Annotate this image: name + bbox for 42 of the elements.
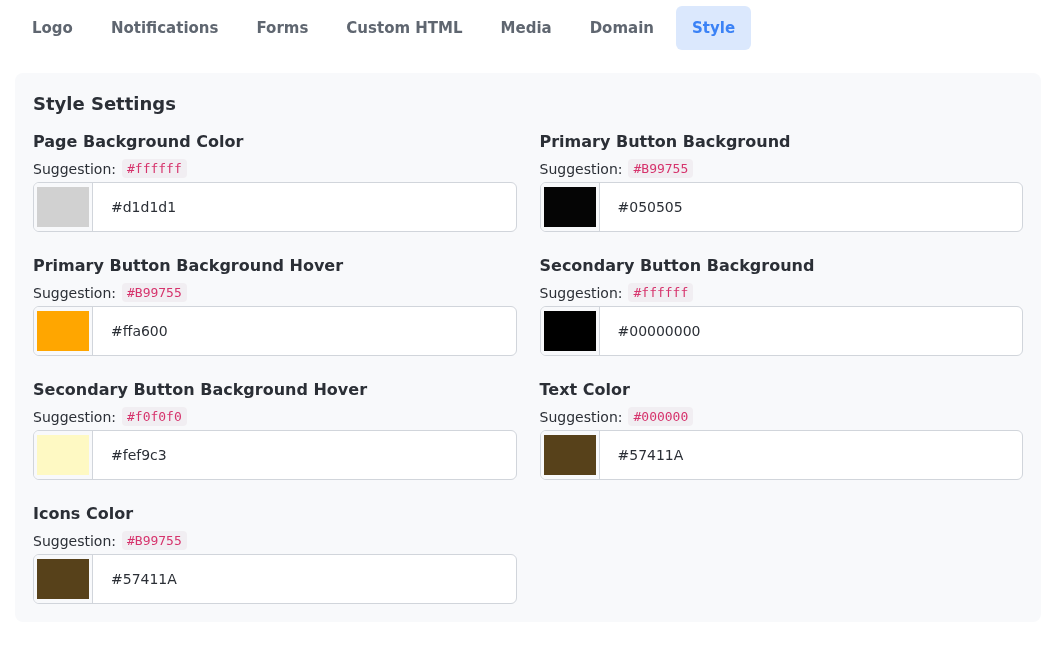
suggestion-code: #B99755 [122, 283, 187, 302]
tab[interactable]: Media [484, 6, 568, 50]
suggestion-label: Suggestion: [539, 160, 623, 177]
suggestion-code: #B99755 [122, 531, 187, 550]
suggestion-code: #000000 [628, 407, 694, 426]
color-input[interactable]: #050505 [539, 182, 1023, 232]
suggestion-label: Suggestion: [33, 408, 116, 425]
tab[interactable]: Logo [16, 6, 89, 50]
field-label: Secondary Button Background Hover [33, 380, 369, 399]
color-swatch[interactable] [37, 311, 89, 351]
field-label: Text Color [539, 380, 631, 399]
color-swatch[interactable] [543, 187, 596, 227]
suggestion-label: Suggestion: [539, 408, 623, 425]
color-swatch[interactable] [37, 435, 89, 475]
suggestion-label: Suggestion: [539, 284, 623, 301]
color-input[interactable]: #d1d1d1 [33, 182, 517, 232]
suggestion-label: Suggestion: [33, 532, 116, 549]
color-swatch[interactable] [543, 311, 596, 351]
color-swatch[interactable] [37, 187, 89, 227]
tab[interactable]: Notifications [94, 6, 235, 50]
field-label: Secondary Button Background [539, 256, 816, 275]
field-label: Page Background Color [33, 132, 245, 151]
color-swatch[interactable] [543, 435, 596, 475]
color-input[interactable]: #57411A [33, 554, 517, 604]
field-label: Icons Color [33, 504, 134, 523]
field-label: Primary Button Background [539, 132, 792, 151]
tab[interactable]: Forms [240, 6, 325, 50]
tab[interactable]: Custom HTML [330, 6, 479, 50]
panel-title: Style Settings [33, 93, 177, 114]
color-input[interactable]: #57411A [539, 430, 1023, 480]
suggestion-label: Suggestion: [33, 284, 116, 301]
field-label: Primary Button Background Hover [33, 256, 345, 275]
suggestion-code: #f0f0f0 [122, 407, 187, 426]
color-input[interactable]: #00000000 [539, 306, 1023, 356]
color-input[interactable]: #fef9c3 [33, 430, 517, 480]
suggestion-code: #ffffff [628, 283, 694, 302]
suggestion-code: #ffffff [122, 159, 187, 178]
color-input[interactable]: #ffa600 [33, 306, 517, 356]
color-swatch[interactable] [37, 559, 89, 599]
suggestion-label: Suggestion: [33, 160, 116, 177]
tab[interactable]: Domain [573, 6, 670, 50]
suggestion-code: #B99755 [628, 159, 694, 178]
